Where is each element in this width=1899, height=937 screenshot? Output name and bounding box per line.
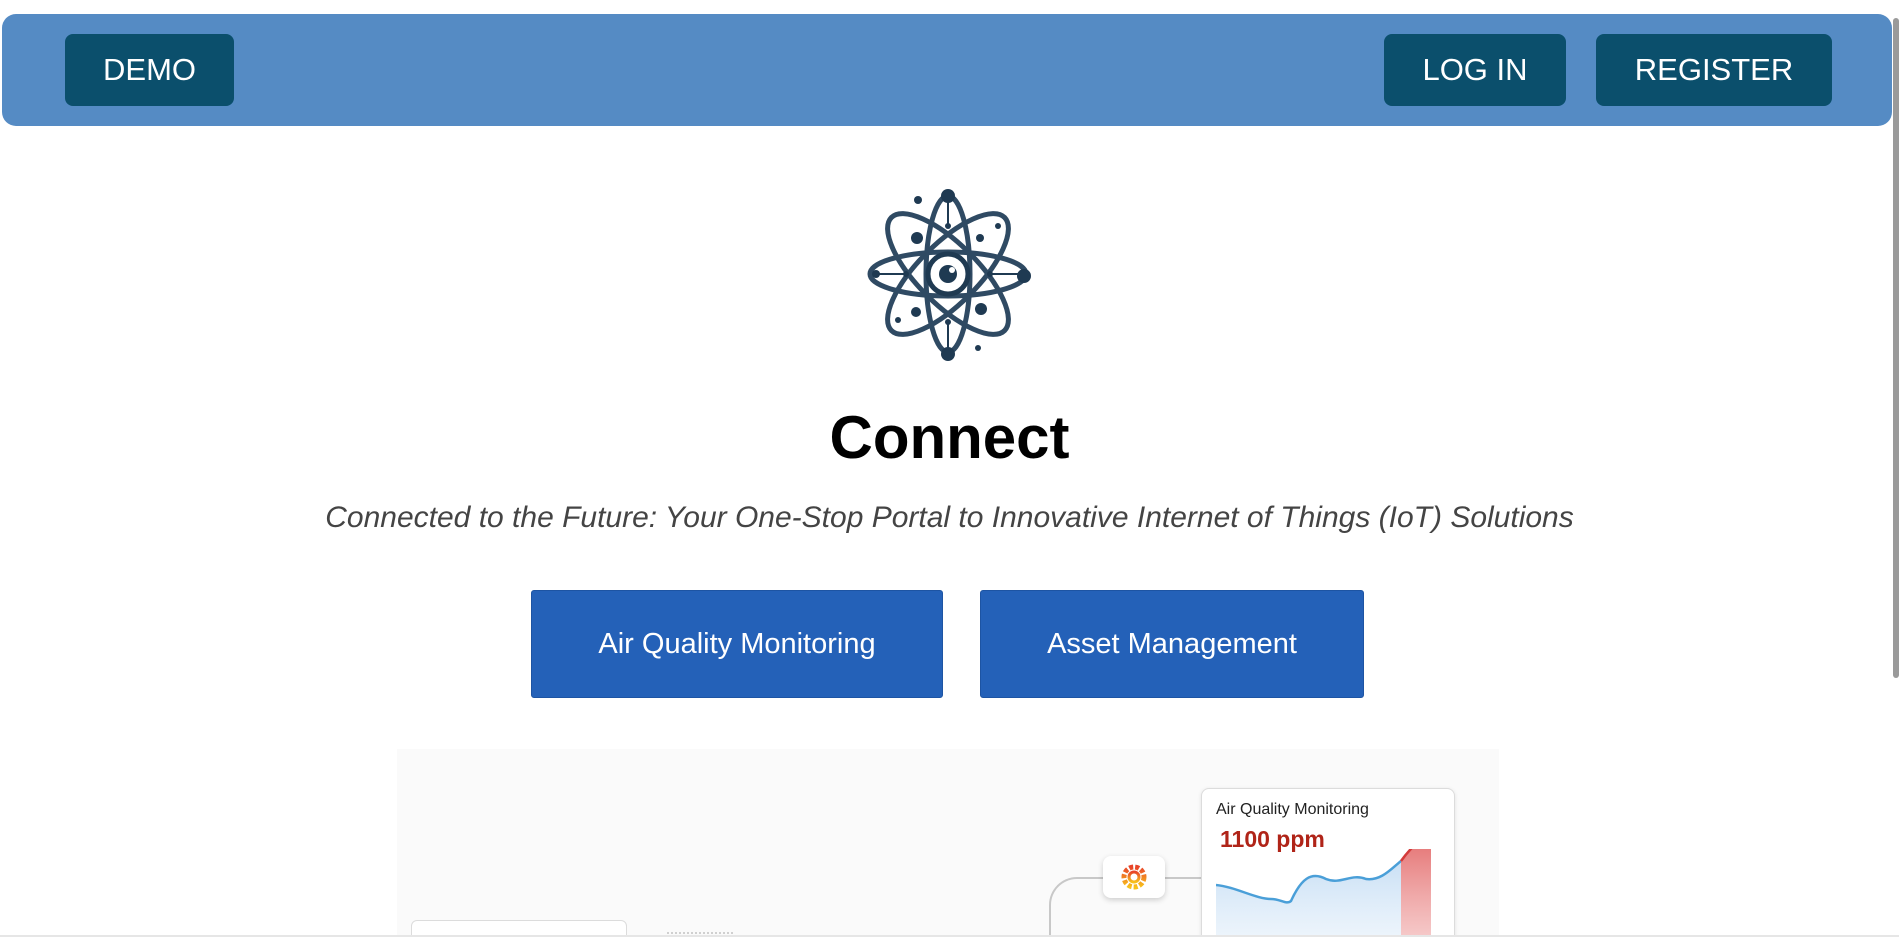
dashboard-preview-image: Air Quality Monitoring 1100 ppm xyxy=(397,749,1499,937)
login-button[interactable]: LOG IN xyxy=(1384,34,1566,106)
page: DEMO LOG IN REGISTER Connect Connected t… xyxy=(0,0,1899,937)
demo-button[interactable]: DEMO xyxy=(65,34,234,106)
preview-trend-chart xyxy=(1216,849,1431,937)
vertical-scrollbar[interactable] xyxy=(1893,18,1899,678)
atom-eye-icon xyxy=(860,186,1036,362)
asset-management-button[interactable]: Asset Management xyxy=(980,590,1364,698)
air-quality-monitoring-button[interactable]: Air Quality Monitoring xyxy=(531,590,943,698)
register-button[interactable]: REGISTER xyxy=(1596,34,1832,106)
page-subtitle: Connected to the Future: Your One-Stop P… xyxy=(325,501,1574,534)
page-title: Connect xyxy=(829,404,1070,471)
preview-card-title: Air Quality Monitoring xyxy=(1216,801,1369,818)
preview-metric-card: Air Quality Monitoring 1100 ppm xyxy=(1201,788,1455,937)
grafana-icon xyxy=(1103,856,1165,898)
top-navbar: DEMO LOG IN REGISTER xyxy=(2,14,1892,126)
